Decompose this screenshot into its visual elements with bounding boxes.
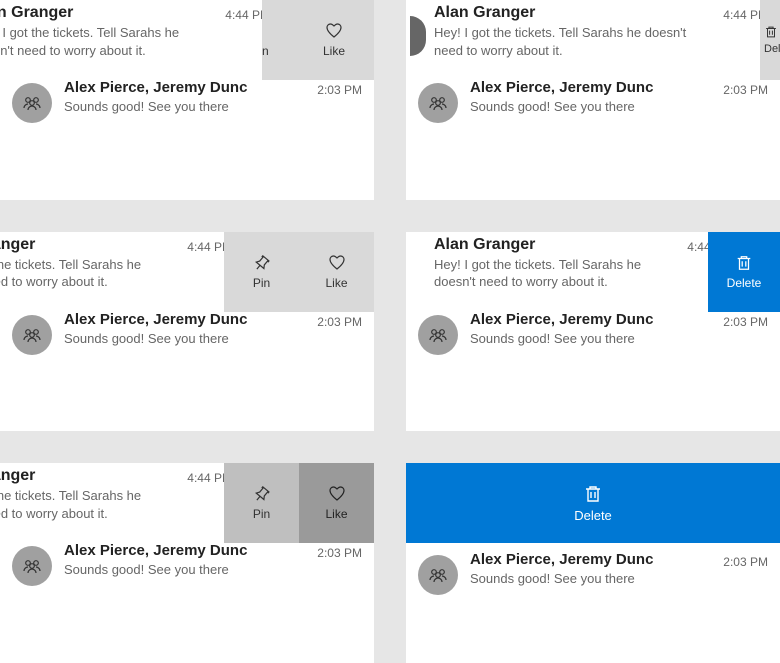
heart-icon (325, 22, 343, 40)
message-item[interactable]: Alex Pierce, Jeremy Dunc Sounds good! Se… (0, 71, 374, 133)
message-item[interactable]: Alex Pierce, Jeremy Dunc Sounds good! Se… (0, 303, 374, 365)
delete-action[interactable]: Del (760, 0, 780, 80)
trash-icon (583, 484, 603, 504)
message-preview: Sounds good! See you there (64, 98, 297, 116)
pin-action[interactable]: Pin (224, 232, 299, 312)
group-icon (22, 556, 42, 576)
delete-label: Del (764, 43, 780, 55)
group-icon (428, 93, 448, 113)
delete-label: Delete (574, 508, 612, 523)
timestamp: 2:03 PM (723, 83, 768, 97)
group-icon (22, 325, 42, 345)
sender-name: Alex Pierce, Jeremy Dunc (64, 79, 297, 96)
message-card: Alan Granger Hey! I got the tickets. Tel… (406, 232, 780, 432)
message-preview: Hey! I got the tickets. Tell Sarahs he d… (434, 256, 667, 291)
message-card: Alan Granger Hey! I got the tickets. Tel… (406, 0, 780, 200)
group-avatar (418, 83, 458, 123)
trash-icon (764, 25, 778, 39)
message-preview: Hey! I got the tickets. Tell Sarahs he d… (434, 24, 703, 59)
message-preview: Hey! I got the tickets. Tell Sarahs he d… (0, 487, 167, 522)
sender-name: Alan Granger (434, 4, 703, 22)
message-item[interactable]: Alex Pierce, Jeremy Dunc Sounds good! Se… (406, 543, 780, 605)
message-item[interactable]: Alan Granger Hey! I got the tickets. Tel… (406, 0, 780, 71)
group-avatar (12, 315, 52, 355)
timestamp: 2:03 PM (317, 315, 362, 329)
message-preview: Sounds good! See you there (470, 330, 703, 348)
message-preview: Sounds good! See you there (470, 570, 703, 588)
like-action[interactable]: Like (299, 232, 374, 312)
message-item[interactable]: Alan Granger Hey! I got the tickets. Tel… (0, 463, 374, 534)
delete-label: Delete (727, 276, 762, 290)
message-item[interactable]: Alan Granger Hey! I got the tickets. Tel… (0, 0, 374, 71)
timestamp: 2:03 PM (317, 546, 362, 560)
group-icon (428, 325, 448, 345)
group-avatar (418, 315, 458, 355)
group-avatar (12, 546, 52, 586)
group-avatar (12, 83, 52, 123)
heart-icon (328, 485, 346, 503)
message-item[interactable]: Alex Pierce, Jeremy Dunc Sounds good! Se… (406, 71, 780, 133)
sender-name: Alex Pierce, Jeremy Dunc (470, 311, 703, 328)
message-card: Alan Granger Hey! I got the tickets. Tel… (0, 232, 374, 432)
message-preview: Sounds good! See you there (470, 98, 703, 116)
group-avatar (418, 555, 458, 595)
message-item[interactable]: Alex Pierce, Jeremy Dunc Sounds good! Se… (406, 303, 780, 365)
delete-action[interactable]: Delete (708, 232, 780, 312)
heart-icon (328, 254, 346, 272)
message-item[interactable]: Alex Pierce, Jeremy Dunc Sounds good! Se… (0, 534, 374, 596)
message-preview: Hey! I got the tickets. Tell Sarahs he d… (0, 24, 205, 59)
pin-icon (253, 254, 271, 272)
timestamp: 2:03 PM (723, 555, 768, 569)
message-card: Delete Alex Pierce, Jeremy Dunc Sounds g… (406, 463, 780, 663)
delete-action[interactable]: Delete (406, 463, 780, 543)
like-label: Like (325, 507, 347, 521)
group-icon (22, 93, 42, 113)
sender-name: Alan Granger (434, 236, 667, 254)
message-preview: Sounds good! See you there (64, 561, 297, 579)
sender-name: Alex Pierce, Jeremy Dunc (64, 311, 297, 328)
pin-label: Pin (253, 276, 270, 290)
message-preview: Sounds good! See you there (64, 330, 297, 348)
message-card: Alan Granger Hey! I got the tickets. Tel… (0, 463, 374, 663)
timestamp: 2:03 PM (317, 83, 362, 97)
sender-name: Alan Granger (0, 4, 205, 22)
timestamp: 2:03 PM (723, 315, 768, 329)
like-label: Like (325, 276, 347, 290)
pin-icon (253, 485, 271, 503)
sender-name: Alex Pierce, Jeremy Dunc (64, 542, 297, 559)
pin-action[interactable]: n (262, 0, 294, 80)
sender-name: Alex Pierce, Jeremy Dunc (470, 551, 703, 568)
message-card: Alan Granger Hey! I got the tickets. Tel… (0, 0, 374, 200)
sender-name: Alan Granger (0, 467, 167, 485)
message-preview: Hey! I got the tickets. Tell Sarahs he d… (0, 256, 167, 291)
avatar (410, 16, 426, 56)
pin-action[interactable]: Pin (224, 463, 299, 543)
message-item[interactable]: Alan Granger Hey! I got the tickets. Tel… (0, 232, 374, 303)
sender-name: Alex Pierce, Jeremy Dunc (470, 79, 703, 96)
sender-name: Alan Granger (0, 236, 167, 254)
like-action[interactable]: Like (294, 0, 374, 80)
pin-label: Pin (253, 507, 270, 521)
message-item[interactable]: Alan Granger Hey! I got the tickets. Tel… (406, 232, 780, 303)
like-action[interactable]: Like (299, 463, 374, 543)
pin-label: n (262, 44, 269, 58)
like-label: Like (323, 44, 345, 58)
group-icon (428, 565, 448, 585)
trash-icon (735, 254, 753, 272)
